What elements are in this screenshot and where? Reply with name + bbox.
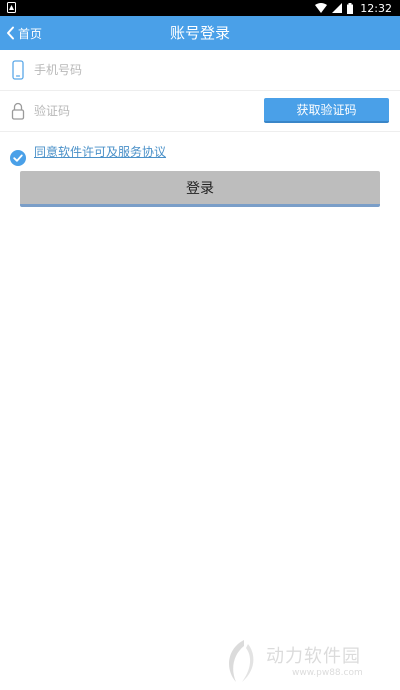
status-time: 12:32: [360, 1, 392, 15]
code-row: 获取验证码: [0, 91, 400, 132]
watermark-logo-icon: [229, 640, 254, 682]
login-button[interactable]: 登录: [20, 171, 380, 207]
phone-row: [0, 50, 400, 91]
get-code-button[interactable]: 获取验证码: [264, 98, 389, 123]
phone-input[interactable]: [34, 58, 254, 82]
checkbox-checked-icon[interactable]: [10, 150, 26, 166]
agreement-row: 同意软件许可及服务协议: [10, 142, 390, 172]
login-screen: 12:32 首页 账号登录 获取验证码 同意: [0, 0, 400, 690]
watermark-url: www.pw88.com: [292, 668, 363, 678]
page-title: 账号登录: [169, 24, 230, 42]
agreement-link[interactable]: 同意软件许可及服务协议: [34, 143, 166, 160]
battery-icon: [347, 2, 354, 14]
title-bar: 首页 账号登录: [0, 16, 400, 50]
wifi-icon: [315, 3, 328, 13]
notification-icon: [7, 2, 16, 13]
watermark-text: 动力软件园: [266, 646, 361, 667]
signal-icon: [332, 3, 343, 13]
status-icons: 12:32: [315, 0, 392, 16]
back-button[interactable]: 首页: [6, 16, 42, 50]
chevron-left-icon: [7, 26, 14, 40]
code-input[interactable]: [34, 99, 254, 123]
status-bar: 12:32: [0, 0, 400, 16]
phone-icon: [12, 60, 24, 80]
back-label: 首页: [18, 26, 43, 41]
lock-icon: [11, 102, 25, 120]
watermark: 动力软件园 www.pw88.com: [222, 636, 392, 686]
